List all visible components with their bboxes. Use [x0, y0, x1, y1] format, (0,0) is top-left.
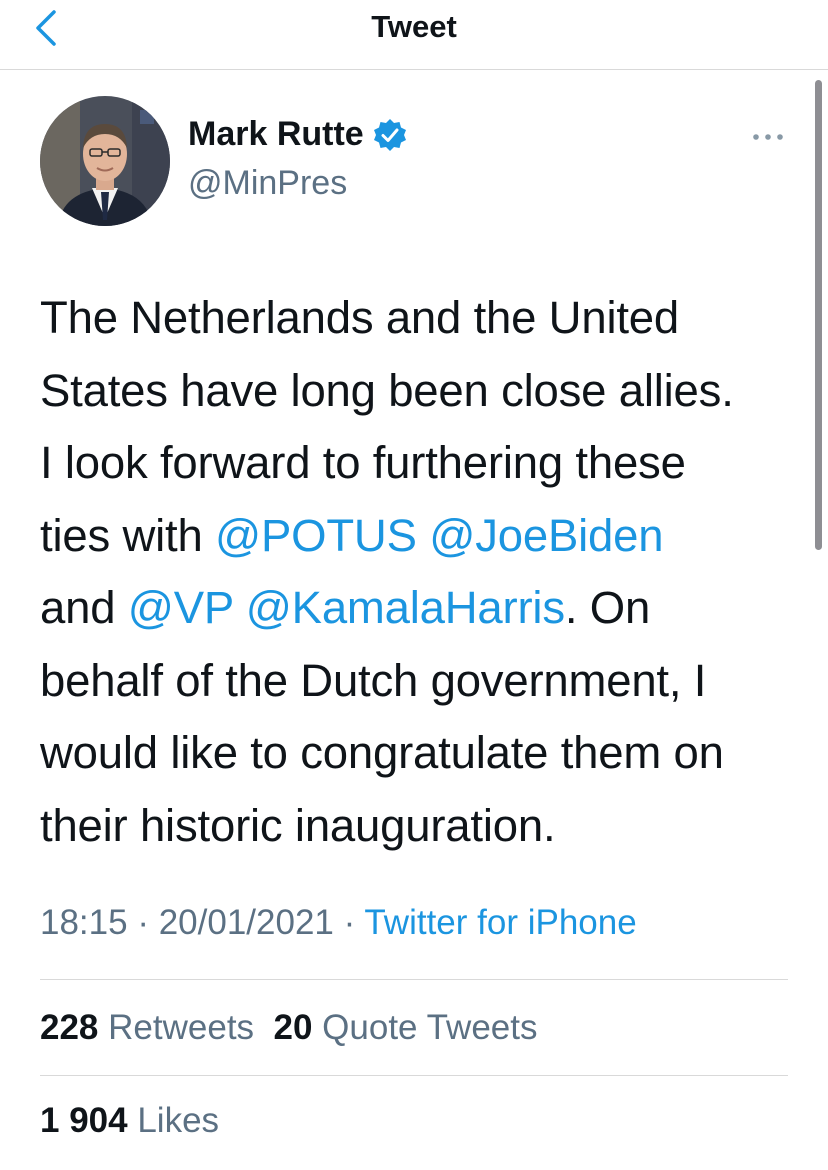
mention-joebiden-link[interactable]: @JoeBiden: [429, 510, 663, 561]
tweet-text-segment: I look forward to furthering these: [40, 437, 686, 488]
tweet-text-segment: would like to congratulate them on: [40, 727, 724, 778]
top-nav-bar: Tweet: [0, 0, 828, 70]
tweet-line: and @VP @KamalaHarris. On: [40, 572, 800, 645]
tweet-text: The Netherlands and the United States ha…: [40, 282, 800, 862]
retweets-label: Retweets: [108, 1008, 255, 1047]
divider: [40, 1075, 788, 1076]
verified-badge-icon: [373, 118, 406, 151]
tweet-source-link[interactable]: Twitter for iPhone: [364, 903, 636, 942]
retweets-count: 228: [40, 1008, 99, 1047]
mention-vp-link[interactable]: @VP: [128, 582, 234, 633]
quote-tweets-label: Quote Tweets: [322, 1008, 538, 1047]
likes-stat[interactable]: 1 904 Likes: [40, 1101, 219, 1141]
likes-count: 1 904: [40, 1101, 128, 1140]
more-options-icon[interactable]: [748, 125, 788, 149]
tweet-text-segment: and: [40, 582, 128, 633]
tweet-time: 18:15: [40, 903, 128, 942]
tweet-text-segment: The Netherlands and the United: [40, 292, 679, 343]
meta-separator: ·: [333, 903, 365, 942]
tweet-text-segment: ties with: [40, 509, 216, 561]
tweet-text-segment: behalf of the Dutch government, I: [40, 654, 707, 706]
divider: [40, 979, 788, 980]
page-title: Tweet: [371, 9, 457, 44]
quote-tweets-stat[interactable]: 20 Quote Tweets: [274, 1008, 538, 1047]
engagement-stats: 228 Retweets 20 Quote Tweets: [40, 1008, 538, 1048]
tweet-line: I look forward to furthering these: [40, 427, 800, 500]
tweet-text-segment: . On: [564, 582, 651, 633]
retweets-stat[interactable]: 228 Retweets: [40, 1008, 254, 1047]
tweet-line: behalf of the Dutch government, I: [40, 645, 800, 718]
meta-separator: ·: [127, 903, 159, 942]
mention-potus-link[interactable]: @POTUS: [215, 510, 417, 561]
tweet-line: States have long been close allies.: [40, 355, 800, 428]
mention-kamalaharris-link[interactable]: @KamalaHarris: [246, 582, 565, 633]
tweet-line: their historic inauguration.: [40, 790, 800, 863]
author-name: Mark Rutte: [188, 115, 364, 153]
author-name-row[interactable]: Mark Rutte: [188, 115, 408, 154]
tweet-metadata: 18:15 · 20/01/2021 · Twitter for iPhone: [40, 903, 637, 943]
scrollbar[interactable]: [815, 80, 822, 550]
avatar-photo: [40, 96, 170, 226]
tweet-line: would like to congratulate them on: [40, 717, 800, 790]
tweet-line: The Netherlands and the United: [40, 282, 800, 355]
tweet-text-segment: [417, 510, 429, 561]
author-handle[interactable]: @MinPres: [188, 164, 347, 203]
tweet-text-segment: their historic inauguration.: [40, 799, 556, 851]
tweet-date: 20/01/2021: [158, 903, 334, 942]
likes-label: Likes: [137, 1101, 220, 1140]
quote-tweets-count: 20: [273, 1008, 313, 1047]
tweet-line: ties with @POTUS @JoeBiden: [40, 500, 800, 573]
tweet-text-segment: States have long been close allies.: [40, 364, 734, 416]
avatar[interactable]: [40, 96, 170, 226]
tweet-text-segment: [233, 582, 245, 633]
